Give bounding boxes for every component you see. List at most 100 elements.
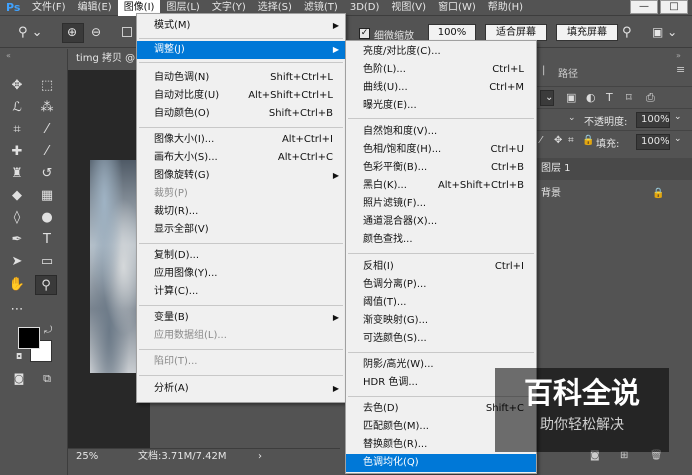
default-colors-icon[interactable]: ◘ [16, 352, 22, 361]
lock-position-icon[interactable]: ✥ [554, 135, 562, 146]
foreground-color-swatch-front[interactable] [18, 327, 40, 349]
marquee-tool-icon[interactable]: ⬚ [36, 76, 58, 96]
layer-lock-icon[interactable]: 🔒 [652, 183, 664, 205]
opacity-input[interactable]: 100% [636, 112, 670, 128]
resize-windows-checkbox[interactable] [122, 27, 132, 37]
history-brush-tool-icon[interactable]: ↺ [36, 164, 58, 184]
filter-pixel-icon[interactable]: ▣ [566, 91, 576, 104]
pen-tool-icon[interactable]: ✒ [6, 230, 28, 250]
filter-smart-object-icon[interactable]: ⎙ [646, 91, 655, 105]
menu-item-channel-mixer[interactable]: 通道混合器(X)... [346, 213, 536, 231]
zoom-out-button[interactable]: ⊖ [86, 23, 108, 43]
lasso-tool-icon[interactable]: ℒ [6, 98, 28, 118]
path-selection-tool-icon[interactable]: ➤ [6, 252, 28, 272]
blur-tool-icon[interactable]: ◊ [6, 208, 28, 228]
fill-input[interactable]: 100% [636, 134, 670, 150]
zoom-tool-preset-icon[interactable]: ⚲ ⌄ [18, 24, 48, 42]
menu-item-variables[interactable]: 变量(B) ▶ [137, 309, 345, 327]
menu-item-apply-image[interactable]: 应用图像(Y)... [137, 265, 345, 283]
menu-item-canvas-size[interactable]: 画布大小(S)... Alt+Ctrl+C [137, 149, 345, 167]
magic-wand-tool-icon[interactable]: ⁂ [36, 98, 58, 118]
menu-item-auto-contrast[interactable]: 自动对比度(U) Alt+Shift+Ctrl+L [137, 87, 345, 105]
menu-item-levels[interactable]: 色阶(L)... Ctrl+L [346, 61, 536, 79]
menu-item-black-white[interactable]: 黑白(K)... Alt+Shift+Ctrl+B [346, 177, 536, 195]
filter-adjustment-icon[interactable]: ◐ [586, 91, 596, 104]
type-tool-icon[interactable]: T [36, 230, 58, 250]
lock-all-icon[interactable]: 🔒 [582, 135, 594, 146]
menu-item-auto-color[interactable]: 自动颜色(O) Shift+Ctrl+B [137, 105, 345, 123]
blend-mode-arrow-icon[interactable]: ⌄ [568, 113, 576, 123]
menu-item-duplicate[interactable]: 复制(D)... [137, 247, 345, 265]
fill-screen-button[interactable]: 填充屏幕 [556, 24, 618, 41]
restore-button[interactable]: □ [660, 0, 688, 14]
filter-shape-icon[interactable]: ⌑ [626, 91, 632, 104]
search-icon[interactable]: ⚲ [622, 25, 632, 40]
fit-screen-button[interactable]: 适合屏幕 [485, 24, 547, 41]
menu-item-exposure[interactable]: 曝光度(E)... [346, 97, 536, 115]
quick-mask-icon[interactable]: ◙ [8, 369, 30, 389]
menu-item-trim[interactable]: 裁切(R)... [137, 203, 345, 221]
healing-brush-tool-icon[interactable]: ✚ [6, 142, 28, 162]
menu-item-hue-saturation[interactable]: 色相/饱和度(H)... Ctrl+U [346, 141, 536, 159]
menu-item-curves[interactable]: 曲线(U)... Ctrl+M [346, 79, 536, 97]
menu-item-image-rotation[interactable]: 图像旋转(G) ▶ [137, 167, 345, 185]
zoom-level[interactable]: 25% [76, 449, 98, 465]
menu-item-mode[interactable]: 模式(M) ▶ [137, 17, 345, 35]
edit-toolbar-icon[interactable]: ⋯ [6, 300, 28, 320]
eyedropper-tool-icon[interactable]: ⁄ [36, 120, 58, 140]
menu-edit[interactable]: 编辑(E) [72, 0, 118, 16]
tab-paths[interactable]: 路径 [558, 65, 578, 80]
menu-item-calculations[interactable]: 计算(C)... [137, 283, 345, 301]
swap-colors-icon[interactable]: ⤾ [44, 325, 52, 336]
menu-item-analysis[interactable]: 分析(A) ▶ [137, 380, 345, 398]
clone-stamp-tool-icon[interactable]: ♜ [6, 164, 28, 184]
lock-artboard-icon[interactable]: ⌗ [568, 135, 574, 146]
expand-panels-icon[interactable]: » [676, 51, 681, 60]
rectangle-tool-icon[interactable]: ▭ [36, 252, 58, 272]
menu-window[interactable]: 窗口(W) [432, 0, 482, 16]
menu-item-photo-filter[interactable]: 照片滤镜(F)... [346, 195, 536, 213]
hand-tool-icon[interactable]: ✋ [6, 275, 28, 295]
menu-item-adjustments[interactable]: 调整(J) ▶ [137, 41, 345, 59]
filter-kind-select[interactable]: ⌄ [540, 90, 554, 106]
menu-3d[interactable]: 3D(D) [344, 0, 386, 16]
menu-file[interactable]: 文件(F) [26, 0, 72, 16]
menu-view[interactable]: 视图(V) [385, 0, 432, 16]
menu-item-color-balance[interactable]: 色彩平衡(B)... Ctrl+B [346, 159, 536, 177]
menu-item-posterize[interactable]: 色调分离(P)... [346, 276, 536, 294]
lock-brush-icon[interactable]: ⁄ [540, 135, 542, 146]
menu-help[interactable]: 帮助(H) [482, 0, 529, 16]
menu-item-threshold[interactable]: 阈值(T)... [346, 294, 536, 312]
menu-item-image-size[interactable]: 图像大小(I)... Alt+Ctrl+I [137, 131, 345, 149]
menu-item-selective-color[interactable]: 可选颜色(S)... [346, 330, 536, 348]
crop-tool-icon[interactable]: ⌗ [6, 120, 28, 140]
document-tab[interactable]: timg 拷贝 @ [68, 49, 140, 69]
menu-item-vibrance[interactable]: 自然饱和度(V)... [346, 123, 536, 141]
move-tool-icon[interactable]: ✥ [6, 76, 28, 96]
panel-menu-icon[interactable]: ≡ [676, 63, 685, 76]
menu-item-invert[interactable]: 反相(I) Ctrl+I [346, 258, 536, 276]
screen-mode-icon[interactable]: ⧉ [36, 369, 58, 389]
filter-type-icon[interactable]: T [606, 91, 613, 104]
fill-dropdown-icon[interactable]: ⌄ [674, 134, 682, 144]
opacity-dropdown-icon[interactable]: ⌄ [674, 112, 682, 122]
menu-item-color-lookup[interactable]: 颜色查找... [346, 231, 536, 249]
minimize-button[interactable]: — [630, 0, 658, 14]
layer-row[interactable]: 背景 🔒 [536, 183, 692, 205]
collapse-icon[interactable]: « [6, 51, 11, 60]
zoom-tool-icon[interactable]: ⚲ [35, 275, 57, 295]
menu-item-equalize[interactable]: 色调均化(Q) [346, 454, 536, 472]
workspace-icon[interactable]: ▣ ⌄ [652, 25, 677, 39]
zoom-in-button[interactable]: ⊕ [62, 23, 84, 43]
layer-row[interactable]: 图层 1 [536, 158, 692, 180]
menu-item-reveal-all[interactable]: 显示全部(V) [137, 221, 345, 239]
scrubby-zoom-checkbox[interactable]: ✓ [359, 28, 370, 39]
status-arrow-icon[interactable]: › [258, 449, 262, 465]
canvas-image[interactable] [90, 160, 138, 373]
menu-item-brightness-contrast[interactable]: 亮度/对比度(C)... [346, 43, 536, 61]
menu-item-gradient-map[interactable]: 渐变映射(G)... [346, 312, 536, 330]
zoom-100-button[interactable]: 100% [428, 24, 476, 41]
dodge-tool-icon[interactable]: ● [36, 208, 58, 228]
brush-tool-icon[interactable]: ⁄ [36, 142, 58, 162]
gradient-tool-icon[interactable]: ▦ [36, 186, 58, 206]
